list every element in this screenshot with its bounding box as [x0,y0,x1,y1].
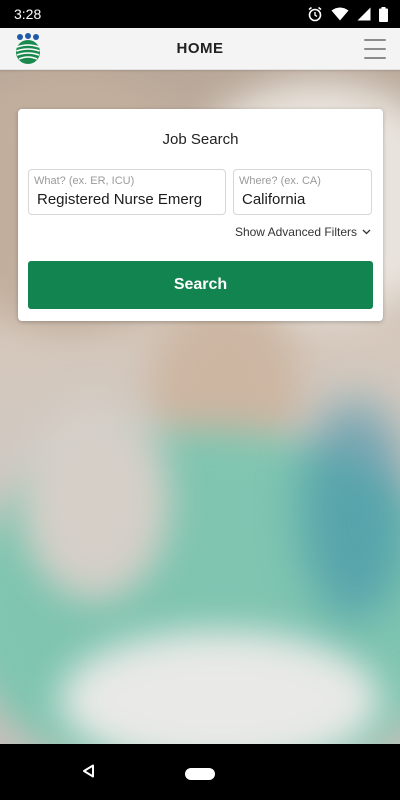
search-button[interactable]: Search [28,261,373,309]
signal-icon [357,7,371,21]
back-icon[interactable] [82,764,96,778]
hamburger-menu-icon[interactable] [364,39,386,59]
system-nav-bar [0,744,400,800]
job-search-title: Job Search [162,131,239,148]
status-icons [307,6,388,22]
hero-blur-shape [20,400,170,600]
menu-line [364,48,386,50]
menu-line [364,57,386,59]
wifi-icon [331,7,349,21]
advanced-filters-label: Show Advanced Filters [234,225,357,239]
what-field[interactable]: What? (ex. ER, ICU) Registered Nurse Eme… [28,169,226,215]
what-field-placeholder: What? (ex. ER, ICU) [34,175,135,187]
battery-icon [379,6,388,22]
alarm-icon [308,6,322,22]
chevron-down-icon [362,229,371,235]
app-bar: HOME [0,28,400,70]
where-field-value[interactable]: California [242,191,367,208]
show-advanced-filters-link[interactable]: Show Advanced Filters [235,225,371,239]
what-field-value[interactable]: Registered Nurse Emerg [37,191,221,208]
menu-line [364,39,386,41]
company-logo[interactable] [14,33,42,65]
hero-blur-shape [300,400,400,620]
home-pill-icon[interactable] [185,768,215,780]
page-title: HOME [176,40,224,57]
status-time: 3:28 [14,6,42,22]
job-search-card: Job Search What? (ex. ER, ICU) Registere… [18,109,383,321]
status-bar: 3:28 [0,0,400,28]
where-field-placeholder: Where? (ex. CA) [239,175,321,187]
where-field[interactable]: Where? (ex. CA) California [233,169,372,215]
